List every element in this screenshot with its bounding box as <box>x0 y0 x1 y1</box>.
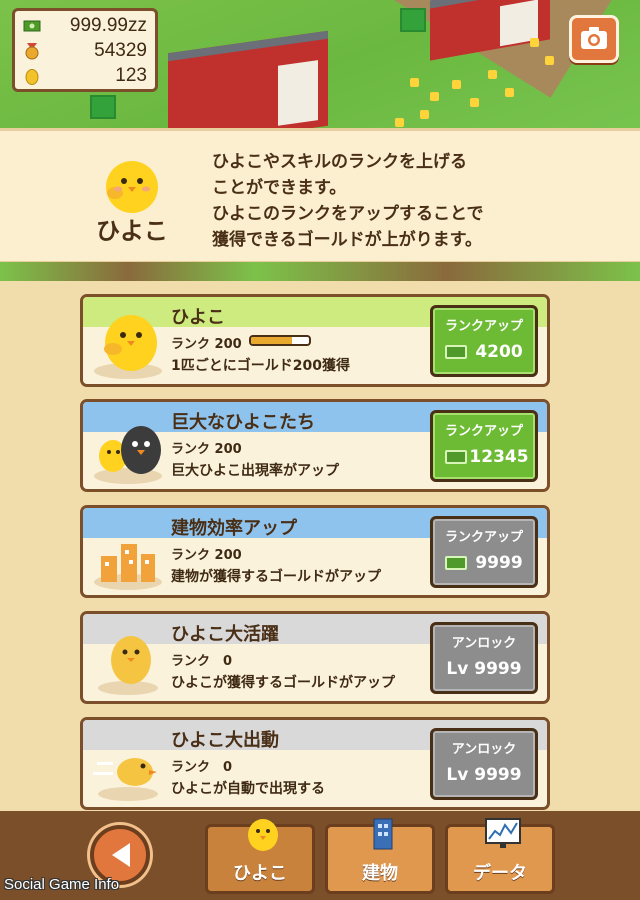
card-rank: ランク 200 <box>171 337 242 352</box>
rank-up-button[interactable]: ランクアップ 4200 <box>430 305 538 377</box>
chick-icon <box>94 315 162 379</box>
tab-chick[interactable]: ひよこ <box>205 819 315 894</box>
button-label: ランクアップ <box>444 530 523 545</box>
chick-icon <box>106 161 158 213</box>
card-title: ひよこ大出動 <box>171 730 279 751</box>
info-panel: ひよこ ひよこやスキルのランクを上げる ことができます。 ひよこのランクをアップ… <box>0 128 640 264</box>
button-label: アンロック <box>451 742 517 757</box>
button-label: アンロック <box>451 636 517 651</box>
medal-value: 54329 <box>94 39 147 61</box>
watermark: Social Game Info <box>4 876 120 893</box>
egg-icon <box>23 67 41 85</box>
tab-label: データ <box>473 863 527 884</box>
building-icon <box>373 818 393 850</box>
tab-data[interactable]: データ <box>445 818 555 894</box>
upgrade-card-chick-active: ひよこ大活躍 ランク 0 ひよこが獲得するゴールドがアップ アンロック Lv 9… <box>80 611 550 704</box>
tab-building[interactable]: 建物 <box>325 818 435 894</box>
camera-icon <box>581 27 607 49</box>
card-description: 建物が獲得するゴールドがアップ <box>171 569 381 585</box>
running-chick-icon <box>93 758 158 801</box>
card-rank: ランク 0 <box>171 654 233 669</box>
rank-up-button[interactable]: ランクアップ 12345 <box>430 410 538 482</box>
unlock-level: Lv 9999 <box>446 765 522 785</box>
unlock-button[interactable]: アンロック Lv 9999 <box>430 728 538 800</box>
card-title: 建物効率アップ <box>171 518 297 539</box>
card-rank: ランク 200 <box>171 442 242 457</box>
card-rank: ランク 200 <box>171 548 242 563</box>
card-description: ひよこが自動で出現する <box>171 781 325 797</box>
money-value: 999.99zz <box>69 14 147 36</box>
chick-icon <box>248 819 278 851</box>
button-cost: 9999 <box>475 553 523 573</box>
button-cost: 12345 <box>469 447 529 467</box>
upgrade-card-chick-dispatch: ひよこ大出動 ランク 0 ひよこが自動で出現する アンロック Lv 9999 <box>80 717 550 810</box>
upgrade-card-giant-chicks: 巨大なひよこたち ランク 200 巨大ひよこ出現率がアップ ランクアップ 123… <box>80 399 550 492</box>
rank-progress-bar <box>249 335 311 346</box>
info-description: ひよこやスキルのランクを上げる ことができます。 ひよこのランクをアップすること… <box>212 152 484 250</box>
card-title: ひよこ <box>171 307 225 328</box>
info-title: ひよこ <box>96 217 168 245</box>
unlock-button[interactable]: アンロック Lv 9999 <box>430 622 538 694</box>
card-rank: ランク 0 <box>171 760 233 775</box>
tree <box>400 8 426 32</box>
button-cost: 4200 <box>475 342 523 362</box>
card-description: 1匹ごとにゴールド200獲得 <box>171 358 350 374</box>
medal-icon <box>23 42 41 60</box>
card-title: 巨大なひよこたち <box>171 412 315 433</box>
tab-label: 建物 <box>362 863 398 884</box>
card-description: 巨大ひよこ出現率がアップ <box>171 463 339 479</box>
back-arrow-icon <box>112 843 130 867</box>
money-icon <box>23 17 41 35</box>
chick-icon <box>98 636 158 695</box>
camera-button[interactable] <box>569 15 619 63</box>
tree <box>90 95 116 119</box>
giant-chicks-icon <box>94 426 162 484</box>
card-description: ひよこが獲得するゴールドがアップ <box>171 675 395 691</box>
building-icon <box>94 544 162 590</box>
currency-panel: 999.99zz 54329 123 <box>12 8 158 92</box>
card-title: ひよこ大活躍 <box>171 624 279 645</box>
egg-value: 123 <box>115 64 147 86</box>
rank-up-button[interactable]: ランクアップ 9999 <box>430 516 538 588</box>
barn-large <box>168 30 328 135</box>
upgrade-card-building-efficiency: 建物効率アップ ランク 200 建物が獲得するゴールドがアップ ランクアップ 9… <box>80 505 550 598</box>
chart-icon <box>485 818 521 848</box>
button-label: ランクアップ <box>444 319 523 334</box>
upgrade-card-chick: ひよこ ランク 200 1匹ごとにゴールド200獲得 ランクアップ 4200 <box>80 294 550 387</box>
tab-label: ひよこ <box>233 863 287 884</box>
unlock-level: Lv 9999 <box>446 659 522 679</box>
button-label: ランクアップ <box>444 424 523 439</box>
